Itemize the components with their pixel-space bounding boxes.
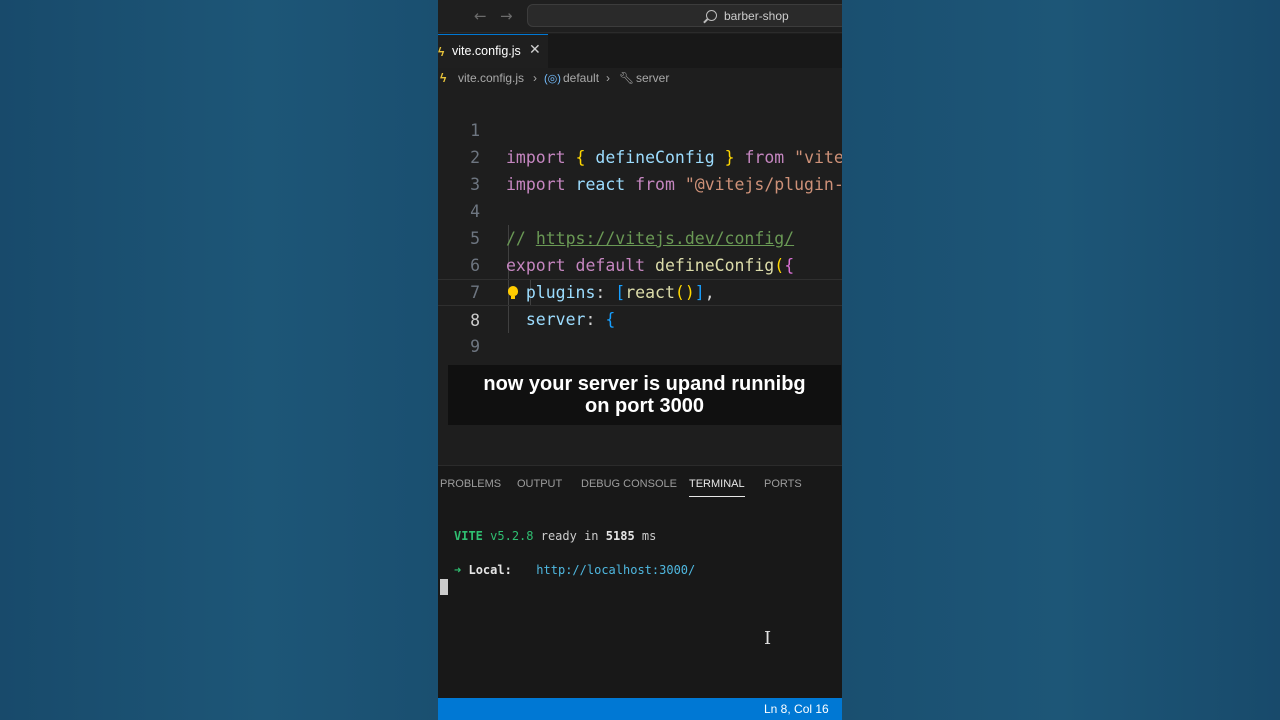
text-cursor-icon: I bbox=[764, 628, 772, 649]
tab-debug-console[interactable]: DEBUG CONSOLE bbox=[581, 478, 677, 490]
code-line-7: 7 server: { bbox=[438, 252, 842, 329]
terminal-ready-line: VITE v5.2.8 ready in 5185 ms bbox=[454, 529, 656, 543]
status-bar: Ln 8, Col 16 bbox=[438, 698, 842, 720]
vscode-window: ← → barber-shop ϟ vite.config.js ✕ ϟ vit… bbox=[438, 0, 842, 720]
breadcrumb-separator: › bbox=[606, 71, 610, 85]
local-url-link[interactable]: http://localhost:3000/ bbox=[536, 563, 695, 577]
tab-output[interactable]: OUTPUT bbox=[517, 478, 562, 490]
lightbulb-icon[interactable] bbox=[508, 286, 518, 299]
search-text: barber-shop bbox=[724, 9, 789, 23]
vite-version: v5.2.8 bbox=[490, 529, 534, 543]
video-caption: now your server is upand runnibg on port… bbox=[448, 365, 841, 425]
code-line-1: 1 import { defineConfig } from "vite"; bbox=[438, 90, 842, 167]
breadcrumb-separator: › bbox=[533, 71, 537, 85]
background-right bbox=[842, 0, 1280, 720]
tab-ports[interactable]: PORTS bbox=[764, 478, 802, 490]
code-line-3: 3 bbox=[438, 144, 842, 194]
vite-label: VITE bbox=[454, 529, 483, 543]
javascript-file-icon: ϟ bbox=[440, 71, 447, 85]
code-editor[interactable]: 1 import { defineConfig } from "vite"; 2… bbox=[438, 90, 842, 410]
tab-problems[interactable]: PROBLEMS bbox=[440, 478, 501, 490]
ready-suffix: ms bbox=[641, 529, 657, 543]
tab-vite-config[interactable]: ϟ vite.config.js ✕ bbox=[438, 34, 548, 68]
breadcrumb: ϟ vite.config.js › (◎) default › 🔧︎ serv… bbox=[438, 68, 842, 90]
arrow-left-icon[interactable]: ← bbox=[474, 7, 487, 25]
search-icon bbox=[706, 10, 717, 21]
ready-prefix: ready in bbox=[540, 529, 599, 543]
caption-line-2: on port 3000 bbox=[585, 395, 704, 417]
command-center-search[interactable]: barber-shop bbox=[527, 4, 842, 27]
ready-ms: 5185 bbox=[605, 529, 635, 543]
breadcrumb-file[interactable]: vite.config.js bbox=[458, 71, 524, 85]
arrow-right-icon: ➜ bbox=[454, 563, 462, 577]
close-icon[interactable]: ✕ bbox=[529, 42, 541, 58]
code-line-4: 4 // https://vitejs.dev/config/ bbox=[438, 171, 842, 248]
editor-tab-bar: ϟ vite.config.js ✕ bbox=[438, 34, 842, 68]
bottom-panel: PROBLEMS OUTPUT DEBUG CONSOLE TERMINAL P… bbox=[438, 465, 842, 698]
code-line-6: 6 plugins: [react()], bbox=[438, 225, 842, 302]
arrow-right-icon[interactable]: → bbox=[500, 7, 513, 25]
terminal-local-line: ➜ Local: http://localhost:3000/ bbox=[454, 563, 695, 577]
code-line-2: 2 import react from "@vitejs/plugin-reac… bbox=[438, 117, 842, 194]
code-line-5: 5 export default defineConfig({ bbox=[438, 198, 842, 275]
code-line-10: 10 }); bbox=[438, 333, 842, 410]
symbol-variable-icon: (◎) bbox=[544, 73, 561, 85]
local-label: Local: bbox=[468, 563, 512, 577]
caption-line-1: now your server is upand runnibg bbox=[483, 373, 806, 395]
breadcrumb-symbol-default[interactable]: default bbox=[563, 71, 599, 85]
breadcrumb-symbol-server[interactable]: server bbox=[636, 71, 669, 85]
cursor-position[interactable]: Ln 8, Col 16 bbox=[764, 702, 829, 716]
code-line-9: 9 }, bbox=[438, 306, 842, 383]
code-line-8: 8 port: 3000, bbox=[438, 279, 842, 384]
title-bar: ← → barber-shop bbox=[438, 0, 842, 33]
terminal-cursor bbox=[440, 579, 448, 595]
background-left bbox=[0, 0, 438, 720]
tab-terminal[interactable]: TERMINAL bbox=[689, 478, 745, 497]
javascript-file-icon: ϟ bbox=[438, 45, 445, 59]
tab-label: vite.config.js bbox=[452, 44, 521, 58]
wrench-icon: 🔧︎ bbox=[619, 71, 635, 85]
